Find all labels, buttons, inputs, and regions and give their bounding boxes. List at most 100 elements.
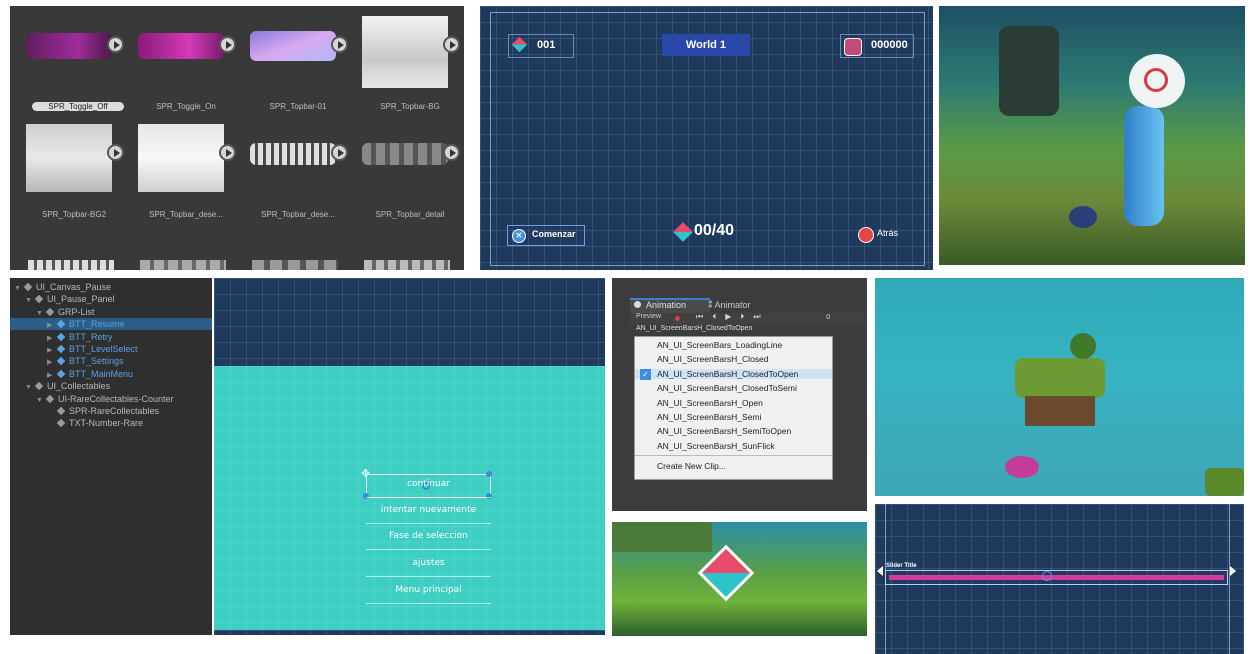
hierarchy-item[interactable]: ▶BTT_Retry›	[10, 331, 212, 343]
hierarchy-item-label: BTT_Retry	[69, 331, 113, 342]
rock-pillar	[999, 26, 1059, 116]
clip-menu-item[interactable]: AN_UI_ScreenBarsH_SunFlick	[657, 441, 775, 451]
pause-menu-item[interactable]: ajustes	[366, 551, 491, 577]
hierarchy-item[interactable]: ▶BTT_LevelSelect›	[10, 343, 212, 355]
sprite-thumbnail	[250, 143, 336, 165]
gem-icon	[511, 36, 528, 53]
clip-dropdown-menu: AN_UI_ScreenBars_LoadingLine AN_UI_Screen…	[634, 336, 833, 480]
play-icon[interactable]	[107, 36, 124, 53]
score-value: 000000	[871, 39, 908, 51]
sprite-item[interactable]: SPR_Topbar_dese...	[130, 120, 242, 220]
frame-field[interactable]: 0	[826, 313, 830, 321]
gameobject-icon	[56, 419, 66, 428]
hierarchy-item-label: BTT_MainMenu	[69, 368, 134, 379]
tab-animation[interactable]: Animation	[630, 298, 710, 313]
pause-menu-item[interactable]: intentar nuevamente	[366, 498, 491, 524]
gameobject-icon	[56, 319, 66, 329]
sprite-item[interactable]: SPR_Topbar_detail	[354, 120, 464, 220]
sprite-label: SPR_Toggle_Off	[32, 102, 124, 111]
record-icon[interactable]	[675, 316, 680, 321]
pause-menu-item[interactable]: Fase de seleccion	[366, 524, 491, 550]
sprite-thumb-partial[interactable]	[252, 260, 338, 270]
hierarchy-item[interactable]: ▶BTT_Settings›	[10, 355, 212, 367]
hierarchy-item[interactable]: ▶BTT_MainMenu›	[10, 368, 212, 380]
sprite-item[interactable]: SPR_Topbar-BG2	[18, 120, 130, 220]
score-counter: 000000	[840, 34, 914, 58]
hierarchy-item-label: GRP-List	[58, 306, 95, 317]
gameobject-icon	[45, 307, 55, 317]
sprite-thumbnail	[362, 143, 448, 165]
play-icon[interactable]	[107, 144, 124, 161]
gem-collectable-icon	[697, 544, 755, 602]
play-icon[interactable]	[443, 144, 460, 161]
dropdown-divider	[635, 455, 832, 456]
slider-fill	[889, 575, 1224, 580]
clip-menu-item[interactable]: AN_UI_ScreenBarsH_ClosedToSemi	[657, 383, 797, 393]
sprite-thumbnail	[26, 33, 112, 59]
hierarchy-item[interactable]: ▼ UI_Pause_Panel	[10, 293, 212, 305]
clip-menu-item[interactable]: AN_UI_ScreenBarsH_Closed	[657, 354, 769, 364]
back-button[interactable]: Atrás	[877, 228, 898, 238]
preview-button[interactable]: Preview	[636, 313, 661, 320]
clip-selector[interactable]: AN_UI_ScreenBarsH_ClosedToOpen	[630, 325, 836, 335]
slider-title: Slider Title	[886, 563, 917, 569]
slider-track[interactable]	[889, 575, 1224, 580]
gameobject-icon	[56, 357, 66, 366]
play-icon[interactable]	[219, 144, 236, 161]
sprite-item[interactable]: SPR_Toggle_Off	[18, 12, 130, 112]
hierarchy-item-label: BTT_Settings	[69, 356, 124, 367]
play-icon[interactable]	[443, 36, 460, 53]
play-icon[interactable]	[219, 36, 236, 53]
clip-menu-item[interactable]: AN_UI_ScreenBars_LoadingLine	[657, 340, 782, 350]
play-icon[interactable]	[331, 144, 348, 161]
hierarchy-item[interactable]: ▼ UI_Collectables	[10, 380, 212, 392]
game-screenshot-totem	[939, 6, 1245, 265]
play-icon[interactable]	[331, 36, 348, 53]
clip-menu-item[interactable]: AN_UI_ScreenBarsH_ClosedToOpen ✓	[635, 368, 832, 380]
sprite-label: SPR_Toggle_On	[156, 102, 216, 111]
tab-animator[interactable]: ⁑ Animator	[708, 300, 751, 311]
sprite-item[interactable]: SPR_Topbar-01	[242, 12, 354, 112]
sprite-item[interactable]: SPR_Toggle_On	[130, 12, 242, 112]
sprite-item[interactable]: SPR_Topbar_dese...	[242, 120, 354, 220]
cross-icon: ✕	[512, 229, 526, 243]
sprite-thumbnail	[250, 31, 336, 61]
pause-menu-item[interactable]: continuar	[366, 472, 491, 498]
gem-counter: 001	[508, 34, 574, 58]
hierarchy-item[interactable]: ▼ GRP-List	[10, 306, 212, 318]
sprite-thumb-partial[interactable]	[28, 260, 114, 270]
sprite-thumbnail	[26, 124, 112, 192]
hierarchy-item[interactable]: TXT-Number-Rare	[10, 417, 212, 429]
hierarchy-item[interactable]: SPR-RareCollectables	[10, 405, 212, 417]
clip-menu-item[interactable]: AN_UI_ScreenBarsH_Semi	[657, 412, 761, 422]
hierarchy-item[interactable]: ▼ UI_Canvas_Pause	[10, 281, 212, 293]
blue-orb	[1069, 206, 1097, 228]
gem-count: 001	[537, 39, 556, 51]
clip-menu-item[interactable]: AN_UI_ScreenBarsH_SemiToOpen	[657, 426, 791, 436]
sprite-item[interactable]: SPR_Topbar-BG	[354, 12, 464, 112]
clip-menu-item[interactable]: AN_UI_ScreenBarsH_Open	[657, 398, 763, 408]
sprite-browser-panel: SPR_Toggle_Off SPR_Toggle_On SPR_Topbar-01…	[10, 6, 464, 270]
gameobject-icon	[23, 282, 33, 292]
hierarchy-item[interactable]: ▼ UI-RareCollectables-Counter	[10, 393, 212, 405]
pause-menu-scene: ✥ continuar intentar nuevamente Fase de se…	[214, 278, 605, 635]
start-button[interactable]: ✕ Comenzar	[507, 225, 585, 246]
hierarchy-item[interactable]: ▶BTT_Resume›	[10, 318, 212, 331]
slider-scene: Slider Title	[875, 504, 1244, 654]
pause-menu-item[interactable]: Menu principal	[366, 578, 491, 604]
sprite-thumb-partial[interactable]	[364, 260, 450, 270]
pink-bush	[1005, 456, 1039, 478]
world-hud-scene: 001 World 1 000000 ✕ Comenzar 00/40 Atrá…	[480, 6, 933, 270]
sprite-label: SPR_Topbar_detail	[375, 210, 445, 219]
heart-icon	[844, 38, 862, 56]
gameobject-icon	[56, 332, 66, 341]
anchor-right-icon	[1230, 566, 1236, 576]
transport-icons[interactable]: ⏮⏴▶⏵⏭	[696, 312, 770, 322]
island-cliff	[1025, 396, 1095, 426]
create-new-clip-item[interactable]: Create New Clip...	[657, 461, 726, 471]
world-title-banner: World 1	[662, 34, 750, 56]
gameobject-icon	[56, 406, 66, 416]
hierarchy-item-label: UI_Canvas_Pause	[36, 282, 112, 292]
hierarchy-item-label: SPR-RareCollectables	[69, 406, 160, 416]
sprite-thumb-partial[interactable]	[140, 260, 226, 270]
